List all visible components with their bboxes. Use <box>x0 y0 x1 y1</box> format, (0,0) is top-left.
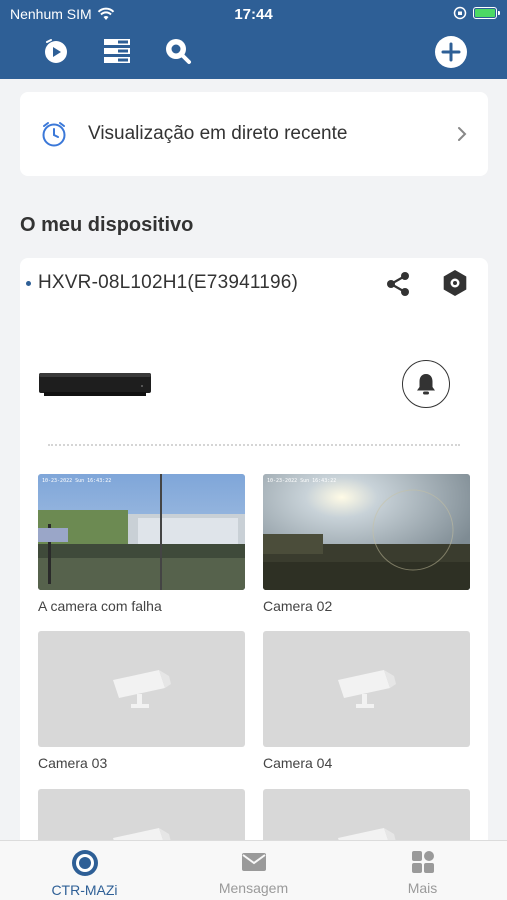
playback-icon <box>45 39 67 63</box>
tab-messages[interactable]: Mensagem <box>169 841 338 900</box>
status-dot <box>26 280 31 286</box>
svg-text:10-23-2022 Sun 16:43:22: 10-23-2022 Sun 16:43:22 <box>267 478 336 484</box>
camera-name: Camera 03 <box>38 755 108 771</box>
camera-placeholder <box>38 631 245 747</box>
camera-name: Camera 04 <box>263 755 333 771</box>
battery-icon <box>473 7 500 19</box>
camera-name: A camera com falha <box>38 598 162 614</box>
camera-tile[interactable]: 10-23-2022 Sun 16:43:22 A camera com fal… <box>38 474 245 614</box>
device-name: HXVR-08L102H1(E73941196) <box>38 272 299 293</box>
tab-label: Mais <box>407 880 438 896</box>
device-list-icon <box>104 39 130 63</box>
dvr-device-image <box>39 373 151 396</box>
orientation-lock-icon <box>453 6 467 20</box>
recent-live-view-row[interactable]: Visualização em direto recente <box>20 92 488 176</box>
camera-name: Camera 02 <box>263 598 333 614</box>
chevron-right-icon <box>458 127 467 141</box>
device-header[interactable]: HXVR-08L102H1(E73941196) <box>26 272 298 294</box>
envelope-icon <box>241 853 266 871</box>
search-button[interactable] <box>163 36 193 66</box>
search-icon <box>166 39 191 64</box>
camera-tile[interactable]: Camera 04 <box>263 631 470 771</box>
section-title: O meu dispositivo <box>20 214 194 236</box>
card-divider <box>48 444 460 446</box>
svg-text:10-23-2022 Sun 16:43:22: 10-23-2022 Sun 16:43:22 <box>42 478 111 484</box>
settings-icon[interactable] <box>440 268 470 298</box>
alarm-bell-button[interactable] <box>402 360 450 408</box>
tab-label: CTR-MAZi <box>51 882 118 898</box>
camera-placeholder <box>263 631 470 747</box>
tab-more[interactable]: Mais <box>338 841 507 900</box>
grid-icon <box>411 851 434 873</box>
tab-bar: CTR-MAZi Mensagem Mais <box>0 840 507 900</box>
camera-preview: 10-23-2022 Sun 16:43:22 <box>38 474 245 590</box>
status-bar: Nenhum SIM 17:44 <box>0 0 507 28</box>
camera-tile[interactable]: 10-23-2022 Sun 16:43:22 Camera 02 <box>263 474 470 614</box>
camera-tile[interactable]: Camera 03 <box>38 631 245 771</box>
status-icons <box>453 6 500 20</box>
cctv-camera-icon <box>337 670 396 708</box>
camera-preview: 10-23-2022 Sun 16:43:22 <box>263 474 470 590</box>
add-device-button[interactable] <box>434 35 468 69</box>
device-list-button[interactable] <box>102 36 132 66</box>
camera-preview-image: 10-23-2022 Sun 16:43:22 <box>263 474 470 590</box>
playback-button[interactable] <box>40 36 70 66</box>
device-card: HXVR-08L102H1(E73941196) 10-23-2022 Sun … <box>20 258 488 900</box>
tab-live-view[interactable]: CTR-MAZi <box>0 841 169 900</box>
add-icon <box>435 36 467 68</box>
alarm-clock-icon <box>42 122 66 147</box>
recent-live-view-label: Visualização em direto recente <box>88 123 348 144</box>
share-icon[interactable] <box>384 270 412 298</box>
camera-preview-image: 10-23-2022 Sun 16:43:22 <box>38 474 245 590</box>
app-header: Nenhum SIM 17:44 <box>0 0 507 79</box>
bell-icon <box>417 374 435 395</box>
live-view-icon <box>71 850 98 876</box>
tab-label: Mensagem <box>218 880 289 896</box>
clock-time: 17:44 <box>234 6 273 23</box>
cctv-camera-icon <box>112 670 171 708</box>
